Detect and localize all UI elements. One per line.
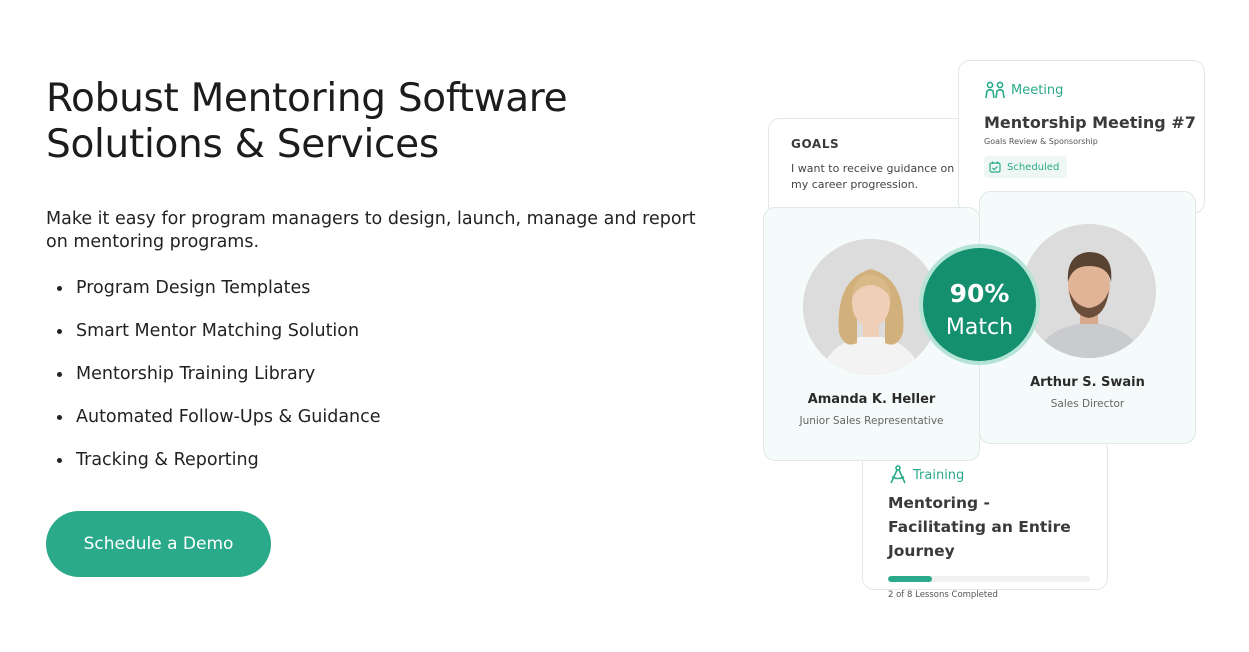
training-title: Mentoring - Facilitating an Entire Journ…	[888, 494, 1071, 560]
feature-list: Program Design Templates Smart Mentor Ma…	[46, 276, 381, 491]
match-badge-inner: 90% Match	[923, 248, 1036, 361]
page-title: Robust Mentoring Software Solutions & Se…	[46, 76, 666, 168]
training-category: Training	[913, 467, 965, 483]
match-badge: 90% Match	[919, 244, 1040, 365]
progress-fill	[888, 576, 933, 582]
training-status: 2 of 8 Lessons Completed	[888, 590, 998, 600]
meeting-subtitle: Goals Review & Sponsorship	[984, 137, 1098, 146]
mentor-name: Arthur S. Swain	[1030, 375, 1145, 390]
training-header: Training	[888, 465, 1107, 485]
calendar-check-icon	[989, 161, 1001, 173]
mentee-role: Junior Sales Representative	[799, 415, 944, 427]
goals-card: GOALS I want to receive guidance on my c…	[768, 118, 980, 218]
people-icon	[985, 81, 1005, 99]
feature-item: Mentorship Training Library	[46, 362, 381, 405]
feature-item: Automated Follow-Ups & Guidance	[46, 405, 381, 448]
feature-item: Smart Mentor Matching Solution	[46, 319, 381, 362]
feature-item: Program Design Templates	[46, 276, 381, 319]
goals-text: I want to receive guidance on my career …	[791, 162, 955, 191]
meeting-header: Meeting	[984, 81, 1204, 99]
compass-icon	[890, 465, 906, 484]
match-label: Match	[945, 315, 1014, 340]
goals-label: GOALS	[791, 137, 840, 151]
title-line-2: Solutions & Services	[46, 122, 439, 167]
mentor-role: Sales Director	[1050, 398, 1125, 410]
training-progress-bar	[888, 576, 1090, 582]
schedule-demo-button[interactable]: Schedule a Demo	[46, 511, 271, 577]
meeting-category: Meeting	[1011, 82, 1064, 98]
scheduled-badge: Scheduled	[984, 156, 1068, 178]
mentor-avatar	[1022, 224, 1156, 358]
meeting-title: Mentorship Meeting #7	[984, 113, 1196, 132]
mentee-name: Amanda K. Heller	[807, 392, 936, 407]
feature-item: Tracking & Reporting	[46, 448, 381, 491]
intro-text: Make it easy for program managers to des…	[46, 209, 696, 252]
match-percent: 90%	[949, 279, 1010, 308]
title-line-1: Robust Mentoring Software	[46, 76, 568, 121]
scheduled-label: Scheduled	[1007, 161, 1060, 173]
